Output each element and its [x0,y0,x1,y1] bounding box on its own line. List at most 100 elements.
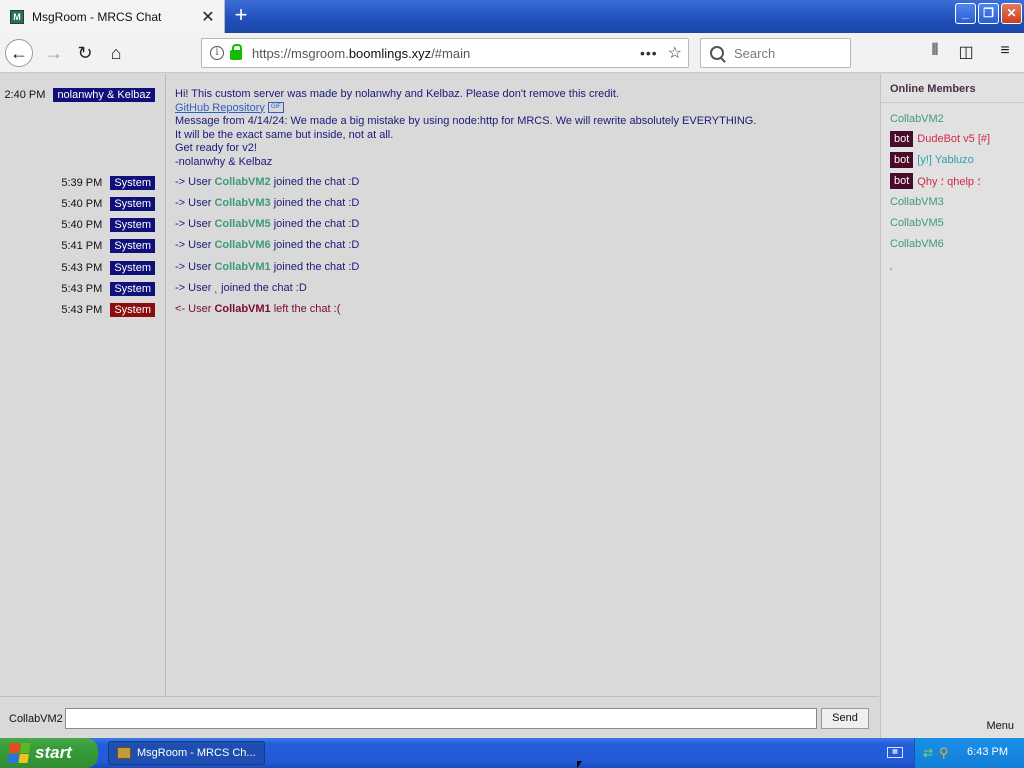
username[interactable]: CollabVM5 [214,218,270,230]
message-time: 5:41 PM [61,240,103,252]
message-line: Message from 4/14/24: We made a big mist… [175,115,757,127]
gif-icon: GIF [267,102,284,114]
system-message: -> User CollabVM6 joined the chat :D [175,239,359,253]
message-prefix: <- User [175,303,215,315]
member-name[interactable]: CollabVM5 [890,217,944,229]
system-tag: System [110,282,155,296]
online-members-title: Online Members [890,83,976,95]
url-domain: boomlings.xyz [348,45,432,61]
message-prefix: -> User [175,176,215,188]
browser-tab-active[interactable]: M MsgRoom - MRCS Chat ✕ [0,0,225,33]
message-prefix: -> User [175,261,215,273]
username[interactable]: CollabVM1 [214,261,270,273]
lock-icon[interactable] [230,44,242,60]
github-repository-link[interactable]: GitHub Repository [175,102,265,114]
message-time: 5:43 PM [61,304,103,316]
restore-window-button[interactable]: ❐ [978,3,999,24]
username[interactable]: CollabVM1 [214,303,270,315]
member-name[interactable]: CollabVM3 [890,196,944,208]
bookmark-star-icon[interactable]: ☆ [668,43,682,63]
bot-badge: bot [890,152,914,168]
member-name[interactable]: DudeBot v5 [#] [917,133,990,145]
message-meta: 5:43 PM System [61,303,155,317]
member-name[interactable]: ˛ [890,259,894,271]
close-window-button[interactable]: ✕ [1001,3,1022,24]
reload-icon[interactable]: ↻ [71,39,99,67]
member-name[interactable]: CollabVM6 [890,238,944,250]
mouse-cursor-icon [577,761,582,768]
message-prefix: -> User [175,197,215,209]
member-item[interactable]: bot [y!] Yabluzo [890,152,974,168]
page-actions-icon[interactable]: ••• [640,45,658,61]
message-input[interactable] [65,708,817,729]
url-prefix: https://msgroom. [252,45,349,61]
message-meta: 5:41 PM System [61,239,155,253]
search-tray-icon[interactable]: ⚲ [939,745,949,761]
member-item[interactable]: CollabVM5 [890,215,944,231]
member-item[interactable]: CollabVM2 [890,111,944,127]
message-time: 5:39 PM [61,177,103,189]
system-tag: System [110,176,155,190]
network-icon[interactable]: ⇄ [923,746,933,760]
member-item[interactable]: bot Qhy ؛ qhelp ؛ [890,173,981,189]
start-button[interactable]: start [0,738,98,768]
forward-arrow-icon[interactable]: → [40,39,68,67]
member-item[interactable]: CollabVM6 [890,236,944,252]
message-suffix: joined the chat :D [270,176,360,188]
search-input[interactable]: Search [700,38,851,68]
message-time: 5:43 PM [61,283,103,295]
address-bar[interactable]: i https://msgroom.boomlings.xyz/#main ••… [201,38,689,68]
keyboard-icon[interactable]: ▦ [887,747,903,758]
message-input-bar: CollabVM2 Send [0,696,879,738]
system-tag: System [110,218,155,232]
username[interactable]: CollabVM6 [214,239,270,251]
chat-page: 2:40 PM nolanwhy & Kelbaz 5:39 PM System… [0,74,1024,738]
library-icon[interactable]: ⫴ [924,42,946,60]
navigation-toolbar: ← → ↻ ⌂ i https://msgroom.boomlings.xyz/… [0,33,1024,73]
member-name[interactable]: CollabVM2 [890,113,944,125]
intro-meta: 2:40 PM nolanwhy & Kelbaz [4,88,155,102]
site-info-icon[interactable]: i [210,46,224,60]
minimize-window-button[interactable]: _ [955,3,976,24]
search-placeholder: Search [734,45,776,61]
messages-column: Hi! This custom server was made by nolan… [167,74,879,696]
username[interactable]: CollabVM2 [214,176,270,188]
author-tag[interactable]: nolanwhy & Kelbaz [53,88,155,102]
hamburger-menu-icon[interactable]: ≡ [994,42,1016,60]
message-suffix: left the chat :( [270,303,341,315]
new-tab-button[interactable]: + [229,4,253,28]
message-prefix: -> User [175,282,215,294]
divider [881,102,1024,103]
member-item[interactable]: bot DudeBot v5 [#] [890,131,990,147]
home-icon[interactable]: ⌂ [102,39,130,67]
member-item[interactable]: ˛ [890,257,894,273]
tab-close-icon[interactable]: ✕ [198,7,218,27]
message-line: Hi! This custom server was made by nolan… [175,88,619,100]
clock[interactable]: 6:43 PM [967,746,1008,758]
send-button[interactable]: Send [821,708,869,729]
taskbar-window-button[interactable]: MsgRoom - MRCS Ch... [108,741,265,765]
member-item[interactable]: CollabVM3 [890,194,944,210]
current-nickname[interactable]: CollabVM2 [9,713,63,725]
system-message: -> User ˛ joined the chat :D [175,282,307,296]
url-text[interactable]: https://msgroom.boomlings.xyz/#main [252,46,640,61]
message-line: Get ready for v2! [175,142,257,154]
member-name[interactable]: Qhy ؛ qhelp ؛ [917,175,980,188]
sidebar-icon[interactable]: ◫ [955,42,977,62]
bot-badge: bot [890,173,914,189]
browser-window-icon [117,747,131,759]
username[interactable]: CollabVM3 [214,197,270,209]
menu-button[interactable]: Menu [986,720,1014,732]
system-message: -> User CollabVM1 joined the chat :D [175,261,359,275]
back-arrow-icon[interactable]: ← [5,39,33,67]
windows-logo-icon [7,743,31,763]
message-line: It will be the exact same but inside, no… [175,128,394,141]
message-suffix: joined the chat :D [218,282,307,294]
message-prefix: -> User [175,239,215,251]
message-prefix: -> User [175,218,215,230]
member-name[interactable]: [y!] Yabluzo [917,154,973,166]
message-time: 5:43 PM [61,262,103,274]
system-message: <- User CollabVM1 left the chat :( [175,303,340,317]
message-suffix: joined the chat :D [270,261,360,273]
message-meta: 5:40 PM System [61,218,155,232]
